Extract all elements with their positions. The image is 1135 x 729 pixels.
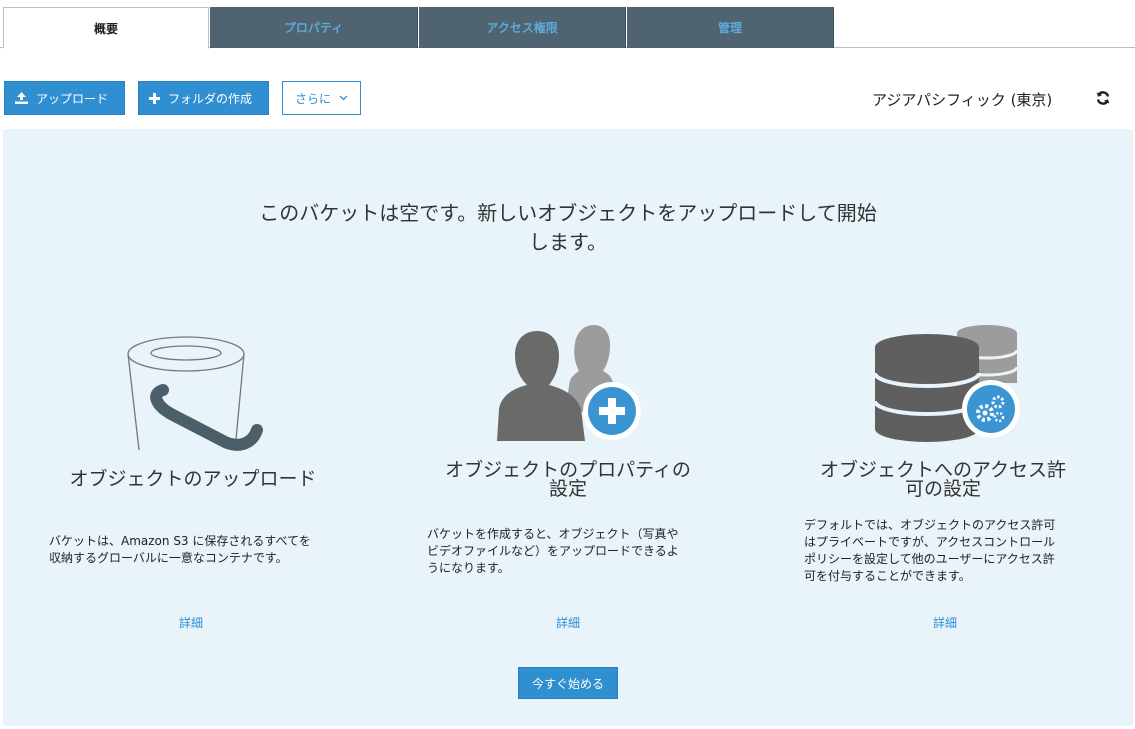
permissions-details-link[interactable]: 詳細 (933, 614, 957, 631)
bucket-icon (127, 336, 263, 451)
more-label: さらに (294, 91, 331, 106)
tab-permissions[interactable]: アクセス権限 (419, 7, 626, 48)
upload-button[interactable]: アップロード (4, 81, 125, 115)
properties-column-title: オブジェクトのプロパティの 設定 (445, 459, 691, 500)
upload-icon (15, 92, 28, 104)
properties-column-description: バケットを作成すると、オブジェクト（写真や ビデオファイルなど）をアップロードで… (427, 527, 679, 575)
tab-properties[interactable]: プロパティ (210, 7, 418, 48)
upload-button-label: アップロード (36, 91, 109, 106)
create-folder-label: フォルダの作成 (168, 91, 253, 106)
create-folder-button[interactable]: フォルダの作成 (138, 81, 269, 115)
plus-icon (149, 92, 160, 104)
refresh-icon[interactable] (1095, 90, 1111, 106)
permissions-column-description: デフォルトでは、オブジェクトのアクセス許可 はプライベートですが、アクセスコント… (804, 518, 1056, 583)
more-dropdown-button[interactable]: さらに (282, 81, 361, 115)
properties-details-link[interactable]: 詳細 (556, 614, 580, 631)
tab-overview[interactable]: 概要 (3, 7, 209, 49)
tab-bar: 概要 プロパティ アクセス権限 管理 (0, 0, 1135, 49)
upload-details-link[interactable]: 詳細 (179, 614, 203, 631)
get-started-button[interactable]: 今すぐ始める (518, 667, 618, 699)
add-user-icon (497, 325, 641, 441)
region-label: アジアパシフィック (東京) (872, 91, 1053, 109)
upload-column-description: バケットは、Amazon S3 に保存されるすべてを 収納するグローバルに一意な… (49, 534, 311, 565)
permissions-column-title: オブジェクトへのアクセス許 可の設定 (819, 459, 1067, 500)
empty-state-panel: このバケットは空です。新しいオブジェクトをアップロードして開始 します。 オブジ… (3, 129, 1133, 726)
chevron-down-icon (339, 95, 348, 101)
tab-management[interactable]: 管理 (627, 7, 834, 48)
database-settings-icon (873, 325, 1020, 442)
empty-state-headline: このバケットは空です。新しいオブジェクトをアップロードして開始 します。 (259, 201, 877, 254)
upload-column-title: オブジェクトのアップロード (69, 468, 317, 490)
